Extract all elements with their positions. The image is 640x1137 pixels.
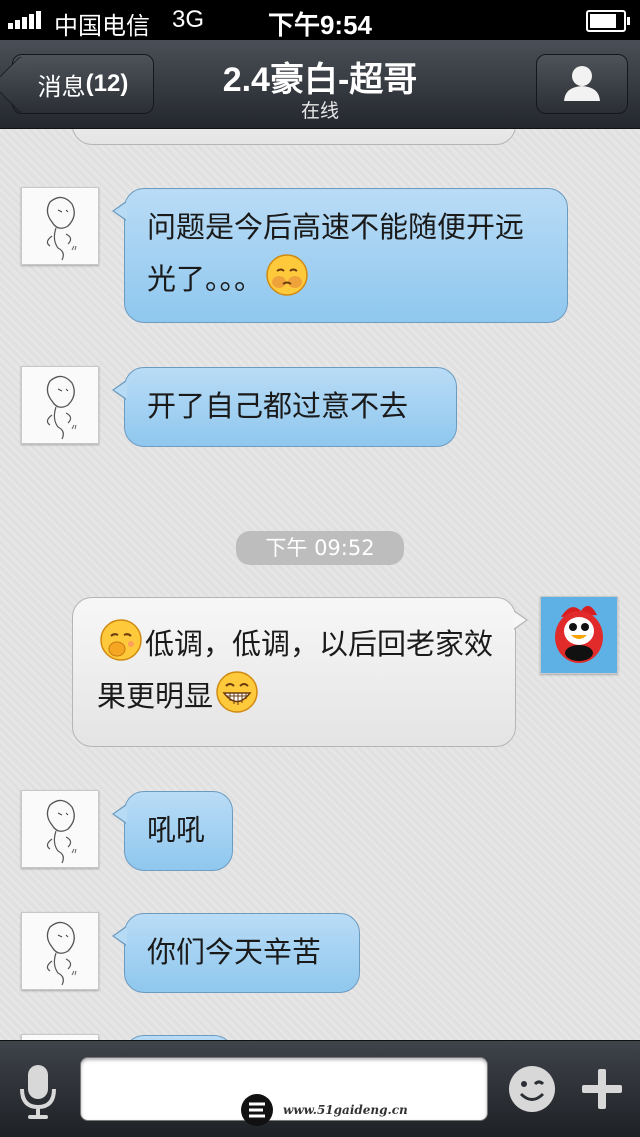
microphone-icon [20,1065,56,1119]
message-bubble[interactable]: 开了自己都过意不去 [112,367,457,447]
message-bubble[interactable]: 你们今天辛苦 [112,913,360,993]
sick-face-emoji-icon [266,254,308,296]
back-button-label: 消息 [37,73,86,101]
contact-avatar[interactable] [21,366,99,444]
unread-count: (12) [85,70,129,97]
chat-area[interactable]: 问题是今后高速不能随便开远光了。。。 开了自己都过意不去 下午 09:52 低调… [0,129,640,1040]
message-bubble[interactable]: 问题是今后高速不能随便开远光了。。。 [112,188,568,323]
message-bubble[interactable]: 吼吼 [112,791,233,871]
status-time: 下午9:54 [267,10,373,40]
sketch-portrait-icon [46,196,77,261]
my-avatar[interactable] [540,596,618,674]
contact-avatar[interactable] [21,187,99,265]
partial-message-bubble [72,129,516,145]
status-bar: 中国电信 3G 下午9:54 [0,0,640,40]
contact-avatar[interactable] [21,790,99,868]
watermark-text: www.51gaideng.cn [280,1102,411,1118]
emoji-button[interactable] [506,1063,558,1115]
timestamp-label: 下午 09:52 [236,531,404,565]
person-icon [564,66,600,101]
nav-bar: 消息 (12) 2.4豪白-超哥 在线 [0,40,640,129]
qq-penguin-icon [541,597,617,673]
sketch-portrait-icon [46,375,77,440]
sketch-portrait-icon [46,799,77,864]
message-bubble[interactable]: 低调，低调，以后回老家效果更明显 [72,597,528,747]
contact-avatar[interactable] [21,912,99,990]
message-text: 低调，低调，以后回老家效果更明显 [97,627,494,713]
smiley-icon [509,1066,555,1112]
message-text: 开了自己都过意不去 [147,389,409,423]
sketch-portrait-icon [46,921,77,986]
battery-icon [586,10,630,32]
message-text: 你们今天辛苦 [147,935,322,969]
shy-face-emoji-icon [100,619,142,661]
plus-icon [582,1069,622,1109]
message-text: 吼吼 [147,813,206,847]
watermark: www.51gaideng.cn [240,1092,411,1128]
watermark-logo-icon [241,1094,273,1126]
more-button[interactable] [578,1063,626,1115]
message-text: 问题是今后高速不能随便开远光了。。。 [147,210,525,296]
grin-face-emoji-icon [216,671,258,713]
profile-button[interactable] [536,54,628,114]
voice-button[interactable] [14,1061,62,1123]
